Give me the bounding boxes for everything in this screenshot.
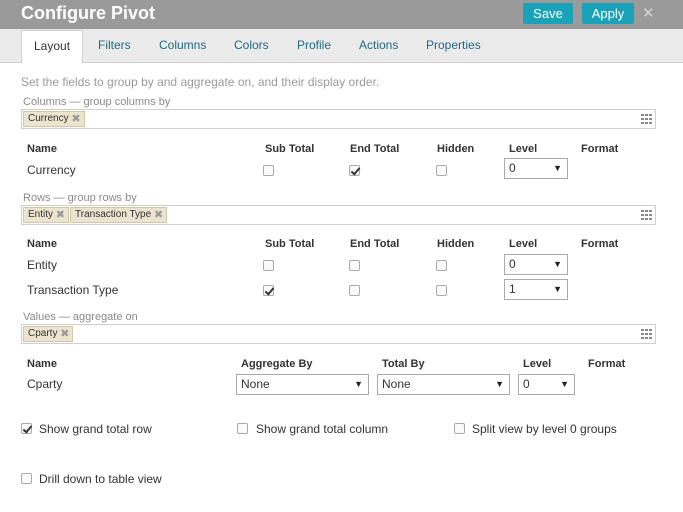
tab-columns[interactable]: Columns — [159, 38, 206, 52]
layout-panel: Set the fields to group by and aggregate… — [0, 63, 683, 512]
chip-label: Cparty — [28, 328, 58, 339]
value-header-total-by: Total By — [382, 358, 425, 370]
dialog-title: Configure Pivot — [21, 3, 155, 23]
row-header-level: Level — [509, 238, 538, 250]
col-header-hidden: Hidden — [437, 143, 475, 155]
chip-cparty[interactable]: Cparty ✖ — [23, 326, 74, 342]
chevron-down-icon: ▼ — [560, 379, 569, 389]
entity-level-select[interactable]: 0 ▼ — [504, 254, 568, 275]
chevron-down-icon: ▼ — [495, 379, 504, 389]
cparty-level-select[interactable]: 0 ▼ — [518, 374, 575, 395]
row-header-format: Format — [581, 238, 619, 250]
drag-handle-icon[interactable] — [641, 210, 652, 220]
value-header-level: Level — [523, 358, 552, 370]
row-name-entity: Entity — [27, 258, 58, 272]
chip-label: Transaction Type — [75, 209, 152, 220]
show-grand-total-column-checkbox[interactable] — [237, 423, 248, 434]
col-header-subtotal: Sub Total — [265, 143, 315, 155]
tab-profile[interactable]: Profile — [297, 38, 331, 52]
tab-bar: Layout Filters Columns Colors Profile Ac… — [0, 29, 683, 64]
chip-transaction-type[interactable]: Transaction Type ✖ — [70, 207, 168, 223]
tab-colors[interactable]: Colors — [234, 38, 269, 52]
drill-down-label: Drill down to table view — [39, 472, 162, 486]
currency-endtotal-checkbox[interactable] — [349, 165, 360, 176]
value-header-name: Name — [27, 358, 57, 370]
values-dropzone[interactable]: Cparty ✖ — [21, 324, 656, 344]
columns-dropzone[interactable]: Currency ✖ — [21, 109, 656, 129]
layout-hint: Set the fields to group by and aggregate… — [21, 75, 380, 89]
chip-label: Currency — [28, 113, 69, 124]
currency-level-select[interactable]: 0 ▼ — [504, 158, 568, 179]
col-header-format: Format — [581, 143, 619, 155]
chip-remove-icon[interactable]: ✖ — [154, 208, 163, 222]
row-header-name: Name — [27, 238, 57, 250]
rows-section-label: Rows — group rows by — [23, 192, 137, 204]
cparty-aggregate-by-select[interactable]: None ▼ — [236, 374, 369, 395]
split-view-label: Split view by level 0 groups — [472, 422, 617, 436]
chip-remove-icon[interactable]: ✖ — [71, 112, 80, 126]
chevron-down-icon: ▼ — [553, 284, 562, 294]
close-icon[interactable]: ✕ — [642, 4, 655, 22]
select-value: 0 — [509, 257, 516, 271]
tab-layout[interactable]: Layout — [21, 30, 84, 64]
chevron-down-icon: ▼ — [553, 259, 562, 269]
transaction-type-subtotal-checkbox[interactable] — [263, 285, 274, 296]
entity-subtotal-checkbox[interactable] — [263, 260, 274, 271]
transaction-type-hidden-checkbox[interactable] — [436, 285, 447, 296]
row-header-endtotal: End Total — [350, 238, 400, 250]
select-value: 1 — [509, 282, 516, 296]
select-value: None — [382, 377, 411, 391]
col-header-level: Level — [509, 143, 538, 155]
select-value: None — [241, 377, 270, 391]
row-header-hidden: Hidden — [437, 238, 475, 250]
drill-down-checkbox[interactable] — [21, 473, 32, 484]
row-name-cparty: Cparty — [27, 377, 63, 391]
entity-endtotal-checkbox[interactable] — [349, 260, 360, 271]
chevron-down-icon: ▼ — [553, 163, 562, 173]
chip-label: Entity — [28, 209, 54, 220]
currency-subtotal-checkbox[interactable] — [263, 165, 274, 176]
show-grand-total-row-label: Show grand total row — [39, 422, 152, 436]
dialog-titlebar: Configure Pivot Save Apply ✕ — [0, 0, 683, 29]
chip-entity[interactable]: Entity ✖ — [23, 207, 70, 223]
value-header-aggregate-by: Aggregate By — [241, 358, 313, 370]
cparty-total-by-select[interactable]: None ▼ — [377, 374, 510, 395]
rows-dropzone[interactable]: Entity ✖ Transaction Type ✖ — [21, 205, 656, 225]
row-header-subtotal: Sub Total — [265, 238, 315, 250]
row-name-currency: Currency — [27, 163, 76, 177]
row-name-transaction-type: Transaction Type — [27, 283, 119, 297]
col-header-name: Name — [27, 143, 57, 155]
chip-currency[interactable]: Currency ✖ — [23, 111, 85, 127]
select-value: 0 — [523, 377, 530, 391]
chip-remove-icon[interactable]: ✖ — [60, 327, 69, 341]
drag-handle-icon[interactable] — [641, 114, 652, 124]
col-header-endtotal: End Total — [350, 143, 400, 155]
apply-button[interactable]: Apply — [582, 3, 634, 24]
transaction-type-level-select[interactable]: 1 ▼ — [504, 279, 568, 300]
columns-section-label: Columns — group columns by — [23, 96, 171, 108]
chevron-down-icon: ▼ — [354, 379, 363, 389]
drag-handle-icon[interactable] — [641, 329, 652, 339]
tab-properties[interactable]: Properties — [426, 38, 481, 52]
show-grand-total-row-checkbox[interactable] — [21, 423, 32, 434]
entity-hidden-checkbox[interactable] — [436, 260, 447, 271]
tab-filters[interactable]: Filters — [98, 38, 131, 52]
split-view-checkbox[interactable] — [454, 423, 465, 434]
chip-remove-icon[interactable]: ✖ — [56, 208, 65, 222]
save-button[interactable]: Save — [523, 3, 573, 24]
select-value: 0 — [509, 161, 516, 175]
transaction-type-endtotal-checkbox[interactable] — [349, 285, 360, 296]
value-header-format: Format — [588, 358, 626, 370]
tab-actions[interactable]: Actions — [359, 38, 398, 52]
values-section-label: Values — aggregate on — [23, 311, 138, 323]
currency-hidden-checkbox[interactable] — [436, 165, 447, 176]
show-grand-total-column-label: Show grand total column — [256, 422, 389, 436]
